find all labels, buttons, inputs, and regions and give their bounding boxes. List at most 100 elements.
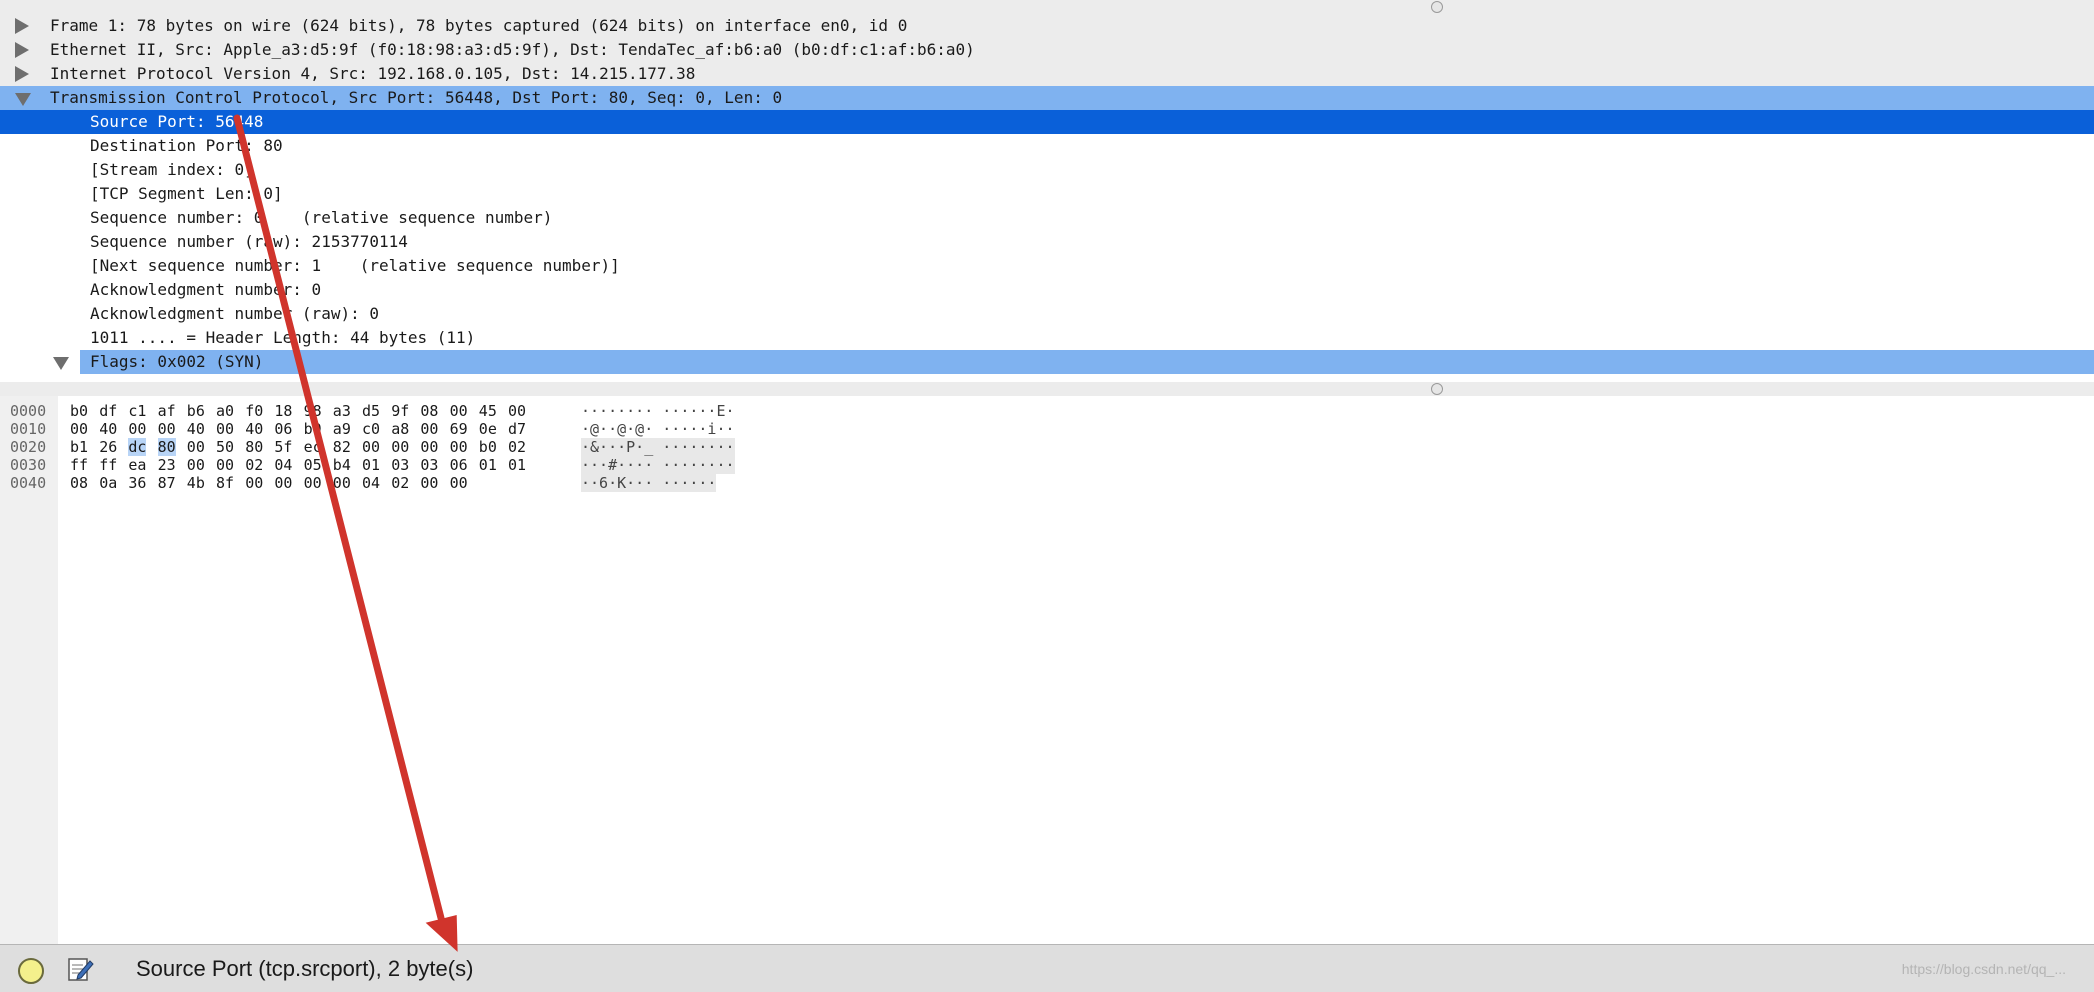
- hex-byte[interactable]: 00: [304, 474, 322, 492]
- hex-byte[interactable]: 36: [128, 474, 146, 492]
- tree-row-segment-len[interactable]: [TCP Segment Len: 0]: [0, 182, 2094, 206]
- hex-byte[interactable]: 04: [274, 456, 292, 474]
- status-led-icon[interactable]: [18, 958, 44, 984]
- hex-byte[interactable]: b0: [70, 402, 88, 420]
- tree-row-stream-index[interactable]: [Stream index: 0]: [0, 158, 2094, 182]
- hex-byte[interactable]: 03: [420, 456, 438, 474]
- hex-byte[interactable]: c1: [128, 402, 146, 420]
- hex-line[interactable]: 0030 ff ff ea 23 00 00 02 04 05 b4 01 03 03 06 01 01 ···#…: [0, 456, 2094, 474]
- tree-row-ack-raw[interactable]: Acknowledgment number (raw): 0: [0, 302, 2094, 326]
- hex-byte[interactable]: 4b: [187, 474, 205, 492]
- hex-byte[interactable]: ea: [128, 456, 146, 474]
- hex-byte[interactable]: dc: [128, 438, 147, 456]
- hex-byte[interactable]: 00: [450, 474, 468, 492]
- hex-byte[interactable]: df: [99, 402, 117, 420]
- tree-row-destination-port[interactable]: Destination Port: 80: [0, 134, 2094, 158]
- hex-byte[interactable]: 80: [245, 438, 263, 456]
- hex-byte[interactable]: d7: [508, 420, 526, 438]
- ascii-column[interactable]: ·&···P·_ ········: [581, 438, 735, 456]
- hex-byte[interactable]: ec: [304, 438, 322, 456]
- middle-splitter[interactable]: [0, 382, 2094, 396]
- expand-triangle-icon[interactable]: [15, 18, 29, 34]
- hex-byte[interactable]: 5f: [274, 438, 292, 456]
- hex-byte[interactable]: 00: [420, 474, 438, 492]
- hex-byte[interactable]: 02: [245, 456, 263, 474]
- hex-byte[interactable]: 69: [450, 420, 468, 438]
- hex-byte[interactable]: d5: [362, 402, 380, 420]
- hex-byte[interactable]: 00: [245, 474, 263, 492]
- hex-byte[interactable]: 00: [508, 402, 526, 420]
- hex-byte[interactable]: 04: [362, 474, 380, 492]
- splitter-handle-icon[interactable]: [1431, 383, 1443, 395]
- packet-bytes-pane[interactable]: 0000 b0 df c1 af b6 a0 f0 18 98 a3 d5 9f 08 00 45 00 ····…: [0, 396, 2094, 944]
- hex-byte[interactable]: 01: [508, 456, 526, 474]
- hex-line[interactable]: 0020 b1 26 dc 80 00 50 80 5f ec 82 00 00 00 00 b0 02 ·&··…: [0, 438, 2094, 456]
- hex-byte[interactable]: 00: [450, 438, 468, 456]
- hex-byte[interactable]: 40: [187, 420, 205, 438]
- hex-byte[interactable]: 82: [333, 438, 351, 456]
- hex-byte[interactable]: 8f: [216, 474, 234, 492]
- hex-byte[interactable]: 00: [333, 474, 351, 492]
- tree-row-header-length[interactable]: 1011 .... = Header Length: 44 bytes (11): [0, 326, 2094, 350]
- tree-row-ethernet[interactable]: Ethernet II, Src: Apple_a3:d5:9f (f0:18:…: [0, 38, 2094, 62]
- hex-byte[interactable]: 02: [508, 438, 526, 456]
- splitter-handle-icon[interactable]: [1431, 1, 1443, 13]
- hex-byte[interactable]: 00: [128, 420, 146, 438]
- hex-byte[interactable]: 26: [99, 438, 117, 456]
- ascii-column[interactable]: ·@··@·@· ·····i··: [581, 420, 735, 438]
- hex-byte[interactable]: ff: [70, 456, 88, 474]
- hex-byte[interactable]: 00: [420, 420, 438, 438]
- hex-byte[interactable]: 00: [391, 438, 409, 456]
- hex-byte[interactable]: 45: [479, 402, 497, 420]
- hex-byte[interactable]: a3: [333, 402, 351, 420]
- hex-byte[interactable]: 80: [157, 438, 176, 456]
- hex-byte[interactable]: af: [158, 402, 176, 420]
- hex-byte[interactable]: 06: [274, 420, 292, 438]
- hex-byte[interactable]: 00: [70, 420, 88, 438]
- expert-info-edit-icon[interactable]: [66, 955, 94, 983]
- hex-byte[interactable]: 00: [216, 456, 234, 474]
- collapse-triangle-icon[interactable]: [15, 93, 31, 106]
- hex-byte[interactable]: 00: [216, 420, 234, 438]
- hex-byte[interactable]: a0: [216, 402, 234, 420]
- hex-byte[interactable]: b4: [333, 456, 351, 474]
- hex-byte[interactable]: f0: [245, 402, 263, 420]
- hex-line[interactable]: 0000 b0 df c1 af b6 a0 f0 18 98 a3 d5 9f 08 00 45 00 ····…: [0, 402, 2094, 420]
- hex-line[interactable]: 0040 08 0a 36 87 4b 8f 00 00 00 00 04 02 00 00 ··6·K···…: [0, 474, 2094, 492]
- hex-byte[interactable]: 0e: [479, 420, 497, 438]
- hex-byte[interactable]: 87: [158, 474, 176, 492]
- tree-row-tcp[interactable]: Transmission Control Protocol, Src Port:…: [0, 86, 2094, 110]
- expand-triangle-icon[interactable]: [15, 66, 29, 82]
- tree-row-ipv4[interactable]: Internet Protocol Version 4, Src: 192.16…: [0, 62, 2094, 86]
- hex-byte[interactable]: b9: [304, 420, 322, 438]
- hex-byte[interactable]: 00: [450, 402, 468, 420]
- tree-row-seq-relative[interactable]: Sequence number: 0 (relative sequence nu…: [0, 206, 2094, 230]
- hex-byte[interactable]: b6: [187, 402, 205, 420]
- hex-byte[interactable]: 05: [304, 456, 322, 474]
- packet-details-pane[interactable]: Frame 1: 78 bytes on wire (624 bits), 78…: [0, 0, 2094, 382]
- collapse-triangle-icon[interactable]: [53, 357, 69, 370]
- hex-byte[interactable]: 00: [158, 420, 176, 438]
- hex-byte[interactable]: 98: [304, 402, 322, 420]
- hex-byte[interactable]: 08: [70, 474, 88, 492]
- hex-line[interactable]: 0010 00 40 00 00 40 00 40 06 b9 a9 c0 a8 00 69 0e d7 ·@··…: [0, 420, 2094, 438]
- tree-row-flags[interactable]: Flags: 0x002 (SYN): [0, 350, 2094, 374]
- hex-byte[interactable]: 18: [274, 402, 292, 420]
- hex-byte[interactable]: a8: [391, 420, 409, 438]
- hex-byte[interactable]: b0: [479, 438, 497, 456]
- ascii-column[interactable]: ··6·K··· ······: [581, 474, 717, 492]
- hex-byte[interactable]: ff: [99, 456, 117, 474]
- hex-byte[interactable]: 08: [420, 402, 438, 420]
- ascii-column[interactable]: ········ ······E·: [581, 402, 735, 420]
- hex-byte[interactable]: 00: [274, 474, 292, 492]
- hex-byte[interactable]: 00: [420, 438, 438, 456]
- tree-row-seq-raw[interactable]: Sequence number (raw): 2153770114: [0, 230, 2094, 254]
- hex-byte[interactable]: 9f: [391, 402, 409, 420]
- hex-byte[interactable]: 01: [479, 456, 497, 474]
- hex-byte[interactable]: 40: [99, 420, 117, 438]
- hex-byte[interactable]: c0: [362, 420, 380, 438]
- tree-row-ack[interactable]: Acknowledgment number: 0: [0, 278, 2094, 302]
- hex-byte[interactable]: 02: [391, 474, 409, 492]
- hex-byte[interactable]: 23: [158, 456, 176, 474]
- ascii-column[interactable]: ···#···· ········: [581, 456, 735, 474]
